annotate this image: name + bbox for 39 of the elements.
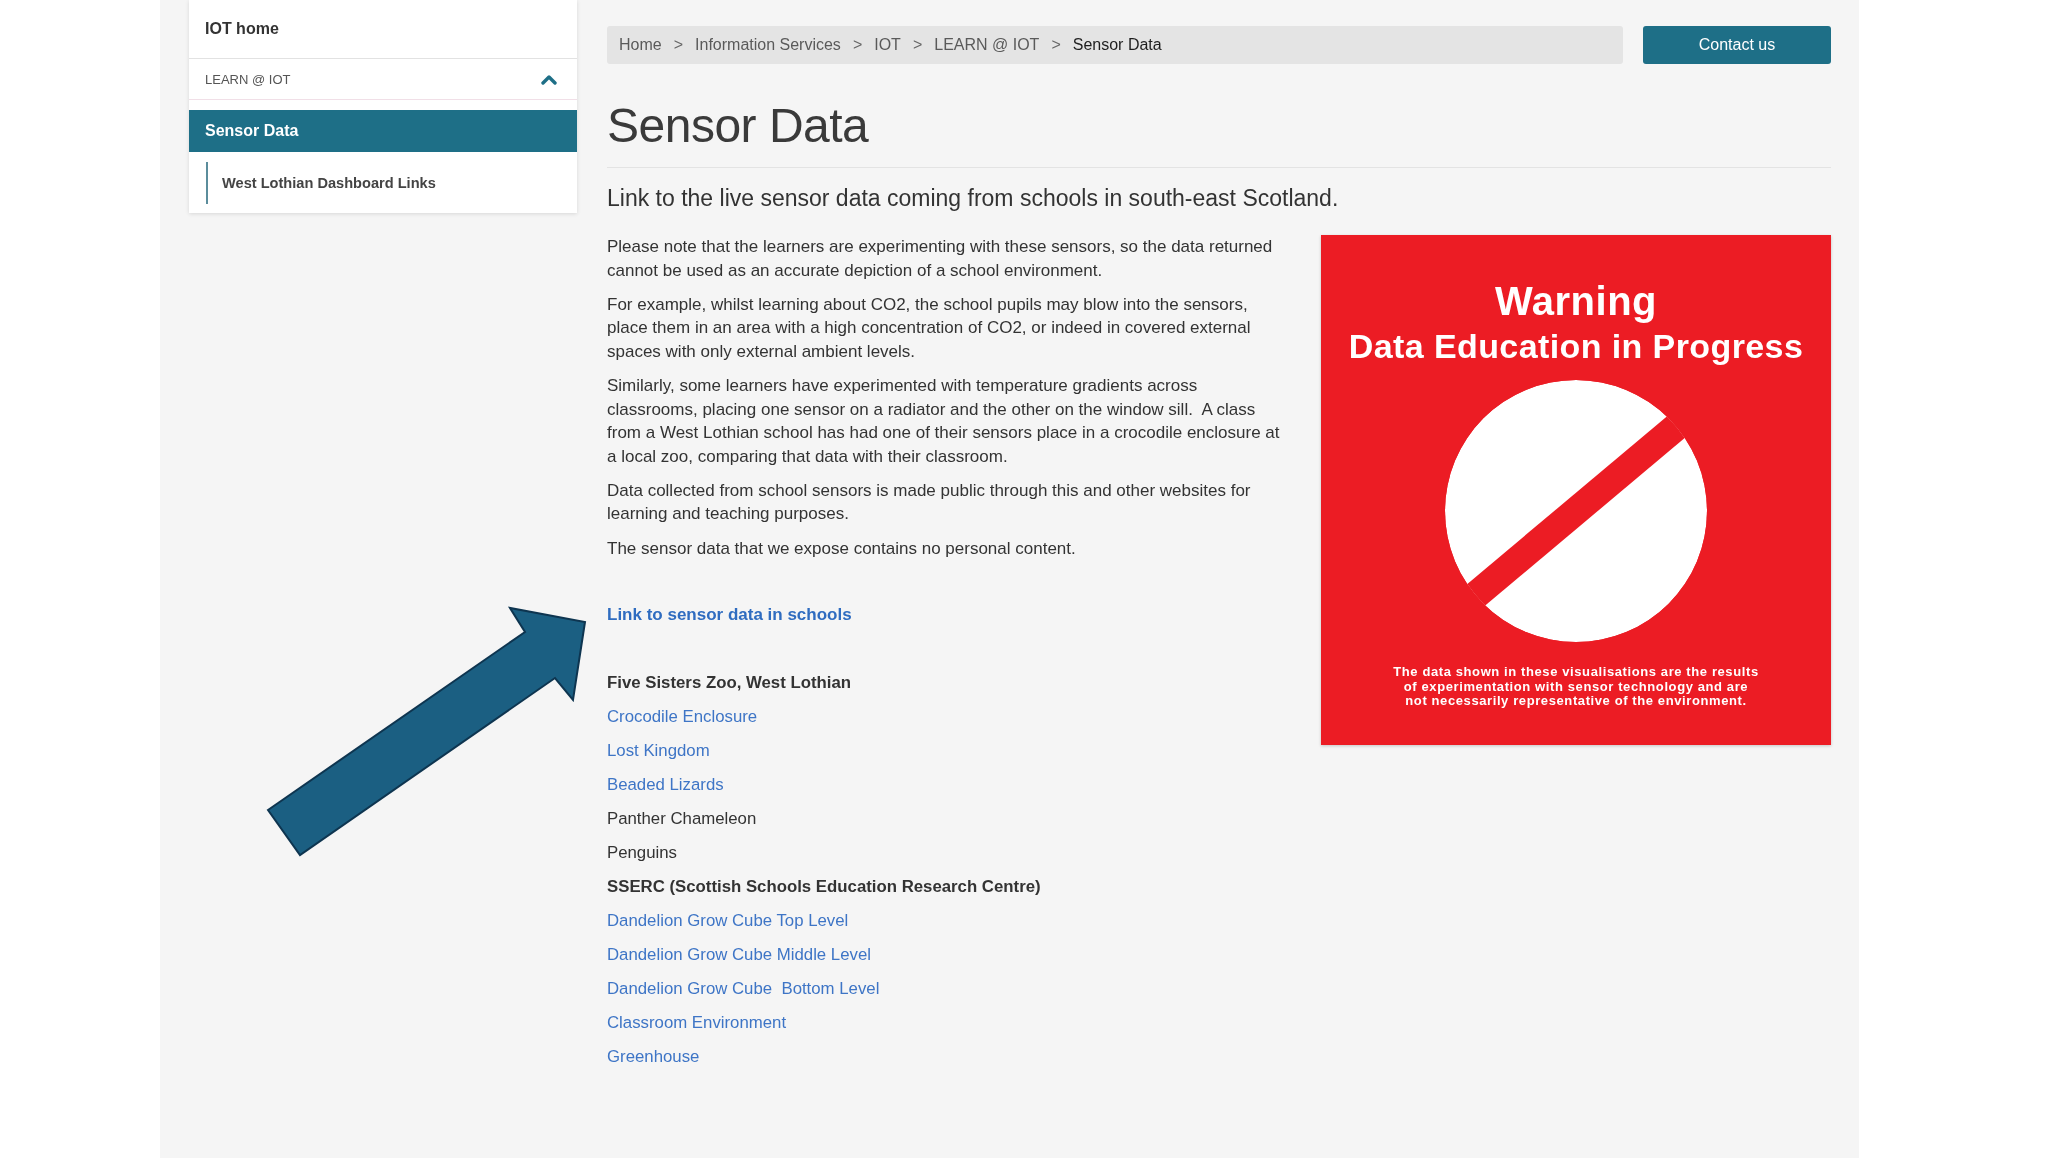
circle-slash-icon <box>1445 380 1707 642</box>
sensor-link[interactable]: Greenhouse <box>607 1045 700 1070</box>
body-paragraph: Similarly, some learners have experimented with temperature gradients across classrooms, placing one sensor on a radiator and the other on the window sill. A class from a West Lothian school has had one of their sensors place in a crocodile enclosure at a local zoo, comparing that data with their classroom. <box>607 374 1281 468</box>
sensor-data-link[interactable]: Link to sensor data in schools <box>607 603 852 628</box>
sensor-link[interactable]: Classroom Environment <box>607 1011 787 1036</box>
sensor-label: Penguins <box>607 842 677 865</box>
breadcrumb-link[interactable]: IOT <box>874 36 901 54</box>
body-paragraph: The sensor data that we expose contains no personal content. <box>607 537 1077 560</box>
sidebar-section[interactable]: LEARN @ IOT <box>189 59 577 100</box>
sign-note: The data shown in these visualisations are the results of experimentation with sensor technology and are not necessarily representative of the environment. <box>1393 665 1759 709</box>
body-paragraph: Data collected from school sensors is made public through this and other websites for learning and teaching purposes. <box>607 479 1252 526</box>
group-heading: Five Sisters Zoo, West Lothian <box>607 672 851 695</box>
body-paragraph: Please note that the learners are experimenting with these sensors, so the data returned cannot be used as an accurate depiction of a school environment. <box>607 236 1274 282</box>
arrow-icon <box>266 605 588 858</box>
breadcrumb-link[interactable]: Information Services <box>695 36 841 54</box>
sidebar-link[interactable]: IOT home <box>189 0 577 59</box>
body-paragraph: For example, whilst learning about CO2, the school pupils may blow into the sensors, place them in an area with a high concentration of CO2, or indeed in covered external spaces with only external ambient levels. <box>607 293 1252 363</box>
breadcrumb-separator: > <box>1051 36 1061 54</box>
sensor-link[interactable]: Dandelion Grow Cube Bottom Level <box>607 977 880 1002</box>
sensor-link[interactable]: Crocodile Enclosure <box>607 705 758 730</box>
sensor-link[interactable]: Dandelion Grow Cube Middle Level <box>607 943 871 968</box>
breadcrumb-separator: > <box>673 36 684 54</box>
breadcrumb-separator: > <box>852 36 863 54</box>
sensor-label: Panther Chameleon <box>607 808 757 831</box>
sign-subtitle: Data Education in Progress <box>1348 326 1804 366</box>
page-title: Sensor Data <box>607 98 869 154</box>
breadcrumb-separator: > <box>912 36 923 54</box>
sensor-link[interactable]: Lost Kingdom <box>607 739 710 764</box>
sidebar-link[interactable]: West Lothian Dashboard Links <box>206 162 577 204</box>
sidebar-link[interactable]: Sensor Data <box>189 110 577 152</box>
sensor-link[interactable]: Beaded Lizards <box>607 773 724 798</box>
intro-text: Link to the live sensor data coming from schools in south-east Scotland. <box>607 184 1339 212</box>
breadcrumb-current: Sensor Data <box>1072 36 1162 54</box>
sign-title: Warning <box>1495 278 1657 324</box>
breadcrumb-link[interactable]: LEARN @ IOT <box>934 36 1040 54</box>
sensor-link[interactable]: Dandelion Grow Cube Top Level <box>607 909 849 934</box>
breadcrumb-link[interactable]: Home <box>619 36 662 54</box>
contact-button[interactable]: Contact us <box>1643 26 1831 64</box>
group-heading: SSERC (Scottish Schools Education Research Centre) <box>607 876 1041 899</box>
